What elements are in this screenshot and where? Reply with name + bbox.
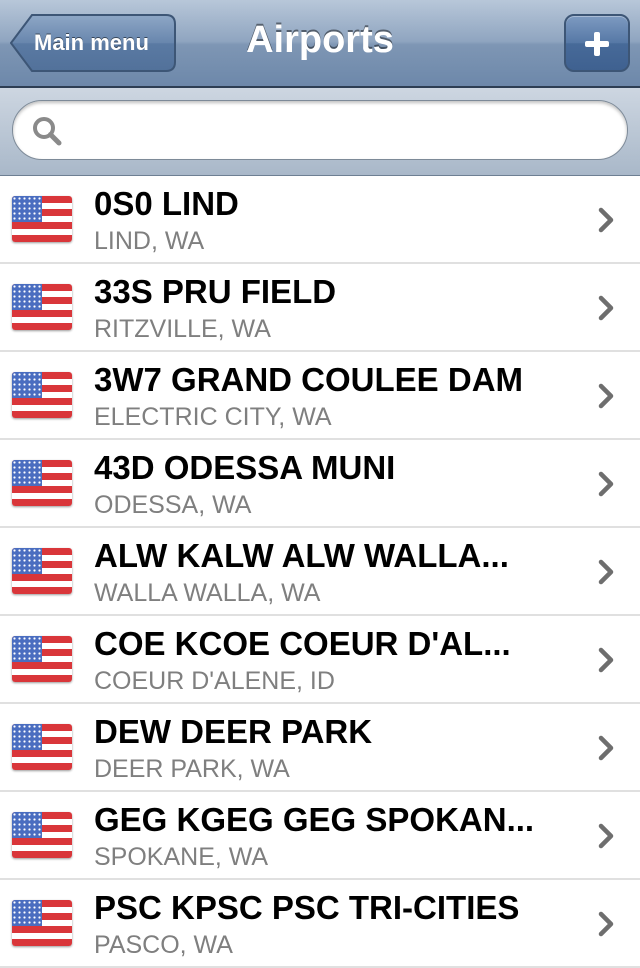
search-icon (33, 117, 62, 146)
us-flag-icon (12, 284, 72, 330)
airport-title: 0S0 LIND (94, 185, 239, 222)
search-bar (0, 88, 640, 176)
airport-location: ODESSA, WA (94, 491, 252, 519)
chevron-right-icon (598, 559, 614, 585)
airport-row[interactable]: 33S PRU FIELD RITZVILLE, WA (0, 264, 640, 352)
airport-location: PASCO, WA (94, 931, 233, 959)
airport-row[interactable]: DEW DEER PARK DEER PARK, WA (0, 704, 640, 792)
us-flag-icon (12, 900, 72, 946)
chevron-right-icon (598, 735, 614, 761)
airport-title: ALW KALW ALW WALLA... (94, 537, 509, 574)
page-title: Airports (246, 19, 394, 61)
airport-title: GEG KGEG GEG SPOKAN... (94, 801, 535, 838)
us-flag-icon (12, 196, 72, 242)
us-flag-icon (12, 724, 72, 770)
airport-list: 0S0 LIND LIND, WA 33S PRU FIELD RITZVILL… (0, 176, 640, 968)
airport-location: SPOKANE, WA (94, 843, 269, 871)
airport-location: ELECTRIC CITY, WA (94, 403, 332, 431)
us-flag-icon (12, 636, 72, 682)
airport-location: WALLA WALLA, WA (94, 579, 321, 607)
airport-title: COE KCOE COEUR D'AL... (94, 625, 511, 662)
airport-row[interactable]: PSC KPSC PSC TRI-CITIES PASCO, WA (0, 880, 640, 968)
airport-row[interactable]: 3W7 GRAND COULEE DAM ELECTRIC CITY, WA (0, 352, 640, 440)
chevron-right-icon (598, 295, 614, 321)
airport-title: 3W7 GRAND COULEE DAM (94, 361, 524, 398)
us-flag-icon (12, 812, 72, 858)
airport-row[interactable]: COE KCOE COEUR D'AL... COEUR D'ALENE, ID (0, 616, 640, 704)
search-field[interactable] (12, 100, 628, 160)
chevron-right-icon (598, 911, 614, 937)
airport-location: RITZVILLE, WA (94, 315, 271, 343)
us-flag-icon (12, 548, 72, 594)
airport-title: PSC KPSC PSC TRI-CITIES (94, 889, 520, 926)
chevron-right-icon (598, 647, 614, 673)
airport-row[interactable]: 0S0 LIND LIND, WA (0, 176, 640, 264)
us-flag-icon (12, 460, 72, 506)
chevron-right-icon (598, 471, 614, 497)
chevron-right-icon (598, 383, 614, 409)
airport-location: LIND, WA (94, 227, 205, 255)
add-airport-button[interactable] (564, 14, 630, 72)
airport-row[interactable]: GEG KGEG GEG SPOKAN... SPOKANE, WA (0, 792, 640, 880)
airport-location: COEUR D'ALENE, ID (94, 667, 335, 695)
chevron-right-icon (598, 207, 614, 233)
us-flag-icon (12, 372, 72, 418)
airport-location: DEER PARK, WA (94, 755, 290, 783)
navigation-bar: Main menu Airports (0, 0, 640, 88)
airport-title: 43D ODESSA MUNI (94, 449, 396, 486)
chevron-right-icon (598, 823, 614, 849)
airport-row[interactable]: 43D ODESSA MUNI ODESSA, WA (0, 440, 640, 528)
airport-title: 33S PRU FIELD (94, 273, 337, 310)
search-input[interactable] (73, 111, 607, 151)
airport-title: DEW DEER PARK (94, 713, 373, 750)
airport-row[interactable]: ALW KALW ALW WALLA... WALLA WALLA, WA (0, 528, 640, 616)
plus-icon-vertical (594, 32, 600, 56)
